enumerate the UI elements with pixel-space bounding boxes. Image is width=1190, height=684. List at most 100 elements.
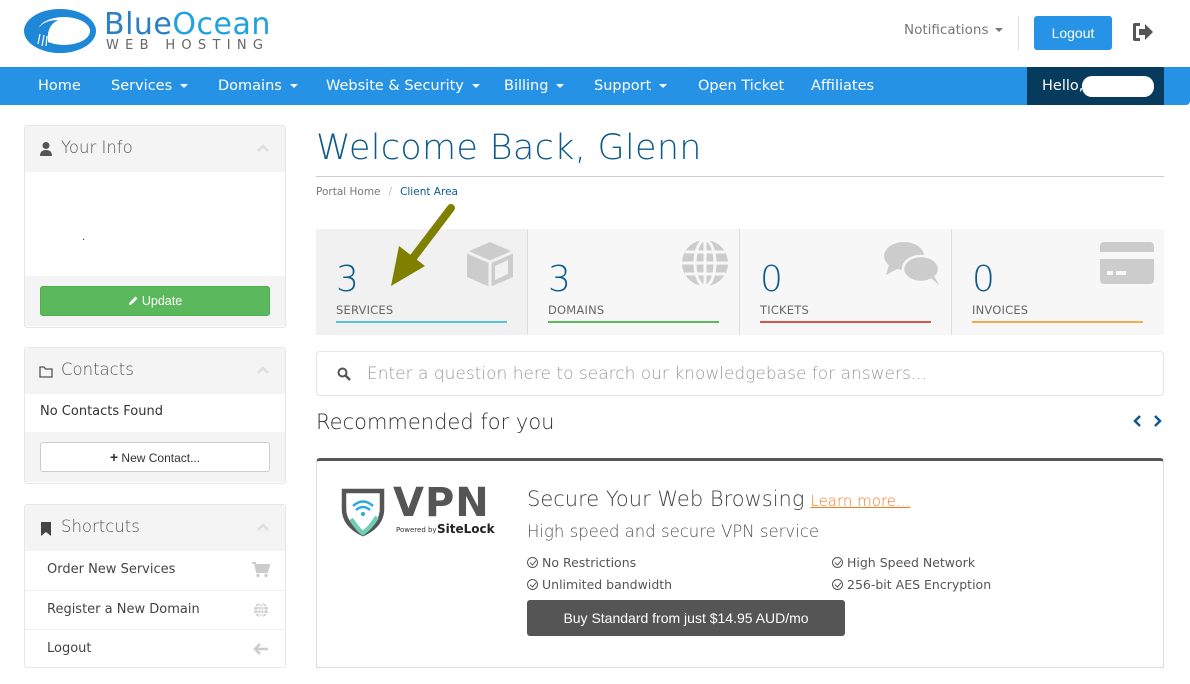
breadcrumb-client-area: Client Area xyxy=(400,186,458,198)
caret-down-icon xyxy=(556,84,565,88)
nav-support[interactable]: Support xyxy=(594,67,668,105)
nav-website-security[interactable]: Website & Security xyxy=(326,67,480,105)
tile-tickets[interactable]: 0 TICKETS xyxy=(740,229,952,335)
panel-title: Shortcuts xyxy=(61,517,140,536)
product-heading: Secure Your Web Browsing Learn more... xyxy=(527,487,911,511)
folder-icon xyxy=(39,366,53,378)
arrow-left-icon xyxy=(253,643,268,655)
vpn-shield-icon xyxy=(341,488,385,537)
title-divider xyxy=(316,176,1164,177)
caret-down-icon xyxy=(289,84,298,88)
redacted-username xyxy=(1082,76,1154,97)
shortcut-label: Order New Services xyxy=(47,562,176,577)
vpn-powered-by: Powered by xyxy=(396,526,437,534)
nav-affiliates[interactable]: Affiliates xyxy=(811,67,874,105)
shortcut-logout[interactable]: Logout xyxy=(25,629,285,668)
globe-icon xyxy=(682,239,728,288)
caret-down-icon xyxy=(659,84,668,88)
breadcrumb-separator: / xyxy=(388,186,393,198)
tile-count: 0 xyxy=(760,259,783,300)
caret-down-icon xyxy=(471,84,480,88)
shortcut-list: Order New Services Register a New Domain… xyxy=(25,551,285,668)
no-contacts-text: No Contacts Found xyxy=(40,404,163,419)
bookmark-icon xyxy=(41,522,51,536)
nav-open-ticket[interactable]: Open Ticket xyxy=(698,67,784,105)
shortcut-label: Logout xyxy=(47,641,92,656)
globe-icon xyxy=(254,602,268,618)
tile-count: 3 xyxy=(336,259,359,300)
cube-icon xyxy=(466,242,514,287)
header-divider xyxy=(1018,16,1019,50)
shortcut-order-new-services[interactable]: Order New Services xyxy=(25,551,285,590)
chevron-left-icon[interactable] xyxy=(1131,414,1145,428)
vpn-logo-text: VPN xyxy=(393,480,490,526)
logo[interactable]: BlueOcean WEB HOSTING xyxy=(24,7,294,58)
tile-label: TICKETS xyxy=(760,303,809,317)
nav-services[interactable]: Services xyxy=(111,67,189,105)
pencil-icon xyxy=(128,296,138,305)
buy-standard-button[interactable]: Buy Standard from just $14.95 AUD/mo xyxy=(527,600,845,636)
site-header: BlueOcean WEB HOSTING Notifications Logo… xyxy=(0,0,1190,67)
client-info-text: . xyxy=(82,232,86,243)
vpn-logo: VPN Powered by SiteLock xyxy=(341,480,501,541)
sitelock-logo: SiteLock xyxy=(437,522,495,536)
notifications-dropdown[interactable]: Notifications xyxy=(904,22,1003,38)
shortcut-register-domain[interactable]: Register a New Domain xyxy=(25,590,285,629)
check-circle-icon xyxy=(832,557,843,568)
sign-out-icon[interactable] xyxy=(1131,22,1155,42)
cart-icon xyxy=(252,562,270,578)
user-icon xyxy=(40,142,52,156)
chevron-up-icon[interactable] xyxy=(257,144,269,152)
panel-footer: + New Contact... xyxy=(25,432,285,482)
greeting-label: Hello, xyxy=(1042,78,1084,94)
panel-header[interactable]: Your Info xyxy=(25,126,285,172)
tile-label: DOMAINS xyxy=(548,303,605,317)
feature-item: Unlimited bandwidth xyxy=(527,577,672,592)
chevron-right-icon[interactable] xyxy=(1150,414,1164,428)
tile-accent-bar xyxy=(972,321,1143,323)
panel-header[interactable]: Shortcuts xyxy=(25,505,285,551)
breadcrumb: Portal Home / Client Area xyxy=(316,186,458,198)
shortcut-label: Register a New Domain xyxy=(47,602,200,617)
tile-label: SERVICES xyxy=(336,303,394,317)
recommendation-card: VPN Powered by SiteLock Secure Your Web … xyxy=(316,458,1164,668)
comments-icon xyxy=(884,242,941,285)
check-circle-icon xyxy=(527,579,538,590)
panel-title: Your Info xyxy=(61,138,133,157)
update-button[interactable]: Update xyxy=(40,286,270,316)
credit-card-icon xyxy=(1100,242,1154,284)
kb-search-input[interactable] xyxy=(367,360,1147,388)
wave-logo-icon xyxy=(24,9,96,53)
caret-down-icon xyxy=(994,28,1003,32)
panel-shortcuts: Shortcuts Order New Services Register a … xyxy=(24,504,286,668)
product-subheading: High speed and secure VPN service xyxy=(527,522,819,541)
chevron-up-icon[interactable] xyxy=(257,366,269,374)
page-title: Welcome Back, Glenn xyxy=(316,128,702,168)
panel-your-info: Your Info . Update xyxy=(24,125,286,328)
nav-home[interactable]: Home xyxy=(38,67,81,105)
feature-item: 256-bit AES Encryption xyxy=(832,577,991,592)
new-contact-button[interactable]: + New Contact... xyxy=(40,442,270,472)
panel-contacts: Contacts No Contacts Found + New Contact… xyxy=(24,347,286,484)
plus-icon: + xyxy=(109,449,119,465)
logout-button[interactable]: Logout xyxy=(1034,16,1112,50)
logo-tagline: WEB HOSTING xyxy=(106,38,270,53)
tile-count: 3 xyxy=(548,259,571,300)
breadcrumb-portal-home[interactable]: Portal Home xyxy=(316,186,381,198)
panel-body: . xyxy=(25,172,285,276)
tile-label: INVOICES xyxy=(972,303,1029,317)
knowledgebase-search xyxy=(316,351,1164,396)
search-icon xyxy=(337,367,351,381)
panel-header[interactable]: Contacts xyxy=(25,348,285,394)
notifications-label: Notifications xyxy=(904,22,989,38)
panel-title: Contacts xyxy=(61,360,134,379)
tile-invoices[interactable]: 0 INVOICES xyxy=(952,229,1164,335)
learn-more-link[interactable]: Learn more... xyxy=(810,492,910,510)
tile-accent-bar xyxy=(336,321,507,323)
panel-body: No Contacts Found xyxy=(25,394,285,432)
panel-footer: Update xyxy=(25,276,285,326)
tile-domains[interactable]: 3 DOMAINS xyxy=(528,229,740,335)
nav-billing[interactable]: Billing xyxy=(504,67,565,105)
chevron-up-icon[interactable] xyxy=(257,523,269,531)
nav-domains[interactable]: Domains xyxy=(218,67,298,105)
